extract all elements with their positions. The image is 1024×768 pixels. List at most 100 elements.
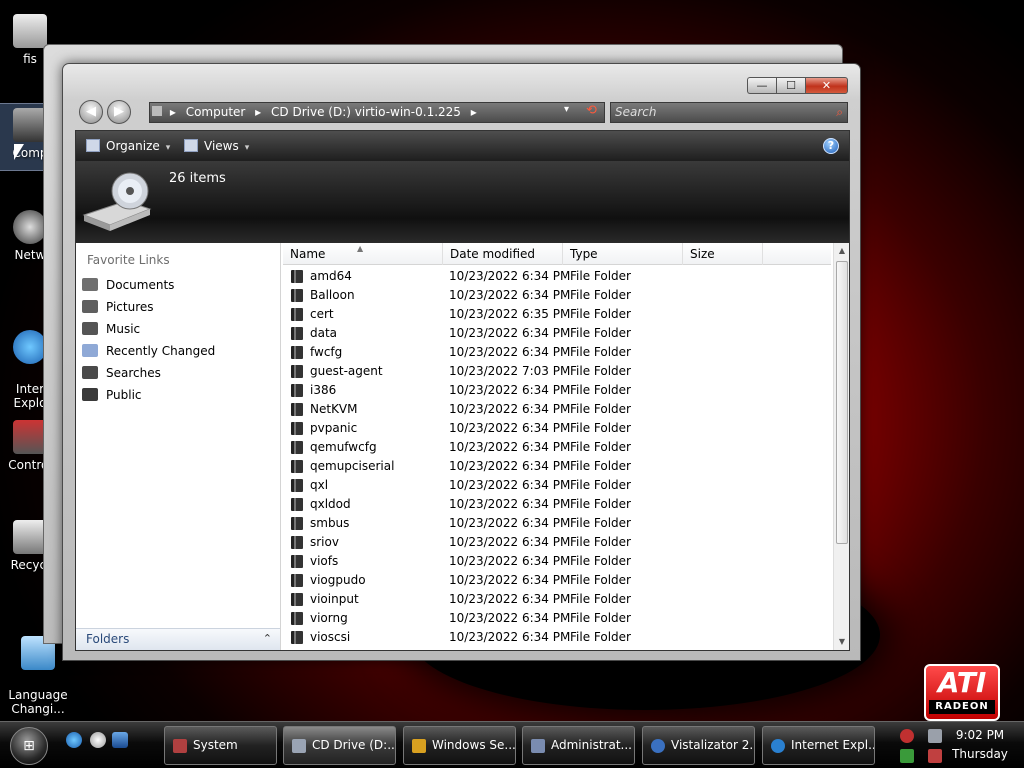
file-row[interactable]: cert 10/23/2022 6:35 PM File Folder — [283, 305, 831, 324]
file-row[interactable]: NetKVM 10/23/2022 6:34 PM File Folder — [283, 400, 831, 419]
clock-time: 9:02 PM — [955, 728, 1005, 742]
file-name: qxldod — [310, 497, 351, 511]
windows-update-icon[interactable] — [900, 749, 914, 763]
file-name: viogpudo — [310, 573, 366, 587]
file-date-modified: 10/23/2022 6:34 PM — [449, 573, 571, 587]
quicklaunch-show-desktop-icon[interactable] — [90, 732, 106, 748]
minimize-icon: — — [756, 79, 768, 92]
scroll-thumb[interactable] — [836, 261, 848, 544]
file-type: File Folder — [570, 288, 631, 302]
folder-icon — [291, 422, 303, 435]
security-alert-icon[interactable] — [900, 729, 914, 743]
recently-changed-icon — [82, 344, 98, 357]
desktop-icon-label: Language Changi... — [8, 688, 68, 716]
maximize-button[interactable]: ☐ — [776, 77, 805, 94]
arrow-right-icon: ▶ — [114, 104, 124, 119]
file-row[interactable]: qxldod 10/23/2022 6:34 PM File Folder — [283, 495, 831, 514]
vistalizator-icon — [651, 739, 665, 753]
column-date-modified[interactable]: Date modified — [443, 243, 563, 265]
file-type: File Folder — [570, 440, 631, 454]
column-type[interactable]: Type — [563, 243, 683, 265]
minimize-button[interactable]: — — [747, 77, 776, 94]
taskbar-button-cd-drive[interactable]: CD Drive (D:... — [283, 726, 396, 765]
forward-button[interactable]: ▶ — [107, 100, 131, 124]
file-row[interactable]: viorng 10/23/2022 6:34 PM File Folder — [283, 609, 831, 628]
file-date-modified: 10/23/2022 7:03 PM — [449, 364, 571, 378]
fav-link-pictures[interactable]: Pictures — [82, 297, 215, 319]
taskbar-button-system[interactable]: System — [164, 726, 277, 765]
file-date-modified: 10/23/2022 6:34 PM — [449, 592, 571, 606]
quicklaunch-internet-explorer-icon[interactable] — [66, 732, 82, 748]
views-button[interactable]: Views ▾ — [184, 139, 249, 153]
taskbar-button-internet-explorer[interactable]: Internet Expl... — [762, 726, 875, 765]
taskbar-button-vistalizator[interactable]: Vistalizator 2... — [642, 726, 755, 765]
details-pane: 26 items — [76, 161, 849, 243]
organize-button[interactable]: Organize ▾ — [86, 139, 170, 153]
file-type: File Folder — [570, 497, 631, 511]
system-clock[interactable]: 9:02 PM Thursday — [940, 726, 1020, 764]
address-bar[interactable]: ▸ Computer ▸ CD Drive (D:) virtio-win-0.… — [149, 102, 605, 123]
folder-icon — [291, 593, 303, 606]
mouse-cursor — [14, 144, 24, 160]
file-row[interactable]: viogpudo 10/23/2022 6:34 PM File Folder — [283, 571, 831, 590]
start-button[interactable]: ⊞ — [10, 727, 48, 765]
fav-link-label: Public — [106, 388, 142, 402]
file-row[interactable]: Balloon 10/23/2022 6:34 PM File Folder — [283, 286, 831, 305]
file-name: viofs — [310, 554, 339, 568]
file-row[interactable]: amd64 10/23/2022 6:34 PM File Folder — [283, 267, 831, 286]
file-row[interactable]: qemupciserial 10/23/2022 6:34 PM File Fold… — [283, 457, 831, 476]
fav-link-recently-changed[interactable]: Recently Changed — [82, 341, 215, 363]
fav-link-music[interactable]: Music — [82, 319, 215, 341]
file-date-modified: 10/23/2022 6:34 PM — [449, 402, 571, 416]
folders-toggle[interactable]: Folders ⌃ — [76, 628, 280, 650]
file-row[interactable]: smbus 10/23/2022 6:34 PM File Folder — [283, 514, 831, 533]
views-icon — [184, 139, 198, 152]
address-separator: ▸ — [255, 105, 262, 119]
refresh-icon[interactable]: ⟲ — [586, 103, 597, 118]
fav-link-public[interactable]: Public — [82, 385, 215, 407]
file-date-modified: 10/23/2022 6:34 PM — [449, 459, 571, 473]
file-row[interactable]: qxl 10/23/2022 6:34 PM File Folder — [283, 476, 831, 495]
scroll-down-icon[interactable]: ▼ — [834, 634, 850, 650]
column-name[interactable]: ▲ Name — [283, 243, 443, 265]
file-row[interactable]: vioscsi 10/23/2022 6:34 PM File Folder — [283, 628, 831, 647]
file-name: data — [310, 326, 338, 340]
scroll-up-icon[interactable]: ▲ — [834, 243, 850, 259]
file-row[interactable]: viofs 10/23/2022 6:34 PM File Folder — [283, 552, 831, 571]
file-row[interactable]: pvpanic 10/23/2022 6:34 PM File Folder — [283, 419, 831, 438]
taskbar-button-label: Internet Expl... — [791, 738, 875, 752]
file-name: guest-agent — [310, 364, 383, 378]
file-row[interactable]: guest-agent 10/23/2022 7:03 PM File Folder — [283, 362, 831, 381]
search-input[interactable]: Search ⌕ — [610, 102, 848, 123]
file-row[interactable]: sriov 10/23/2022 6:34 PM File Folder — [283, 533, 831, 552]
file-type: File Folder — [570, 326, 631, 340]
address-actions: ▾ ⟲ — [558, 102, 605, 123]
file-date-modified: 10/23/2022 6:34 PM — [449, 421, 571, 435]
breadcrumb-cd-drive[interactable]: CD Drive (D:) virtio-win-0.1.225 — [271, 105, 461, 119]
file-row[interactable]: fwcfg 10/23/2022 6:34 PM File Folder — [283, 343, 831, 362]
file-type: File Folder — [570, 269, 631, 283]
taskbar-button-administrator[interactable]: Administrat... — [522, 726, 635, 765]
file-row[interactable]: qemufwcfg 10/23/2022 6:34 PM File Folder — [283, 438, 831, 457]
search-icon[interactable]: ⌕ — [836, 103, 843, 122]
quicklaunch-switch-windows-icon[interactable] — [112, 732, 128, 748]
fav-link-documents[interactable]: Documents — [82, 275, 215, 297]
taskbar-button-windows-security[interactable]: Windows Se... — [403, 726, 516, 765]
fav-link-searches[interactable]: Searches — [82, 363, 215, 385]
recycle-bin-icon — [13, 520, 47, 554]
file-row[interactable]: i386 10/23/2022 6:34 PM File Folder — [283, 381, 831, 400]
vertical-scrollbar[interactable]: ▲ ▼ — [833, 243, 849, 650]
help-icon[interactable]: ? — [823, 138, 839, 154]
address-dropdown-icon[interactable]: ▾ — [564, 104, 569, 115]
back-button[interactable]: ◀ — [79, 100, 103, 124]
folder-icon — [291, 346, 303, 359]
close-button[interactable]: ✕ — [805, 77, 848, 94]
explorer-window[interactable]: — ☐ ✕ ◀ ▶ ▸ Computer ▸ CD Drive (D:) vir… — [62, 63, 861, 661]
file-row[interactable]: data 10/23/2022 6:34 PM File Folder — [283, 324, 831, 343]
breadcrumb-computer[interactable]: Computer — [186, 105, 246, 119]
file-date-modified: 10/23/2022 6:34 PM — [449, 611, 571, 625]
column-size[interactable]: Size — [683, 243, 763, 265]
file-row[interactable]: vioinput 10/23/2022 6:34 PM File Folder — [283, 590, 831, 609]
file-date-modified: 10/23/2022 6:34 PM — [449, 326, 571, 340]
folder-icon — [291, 460, 303, 473]
